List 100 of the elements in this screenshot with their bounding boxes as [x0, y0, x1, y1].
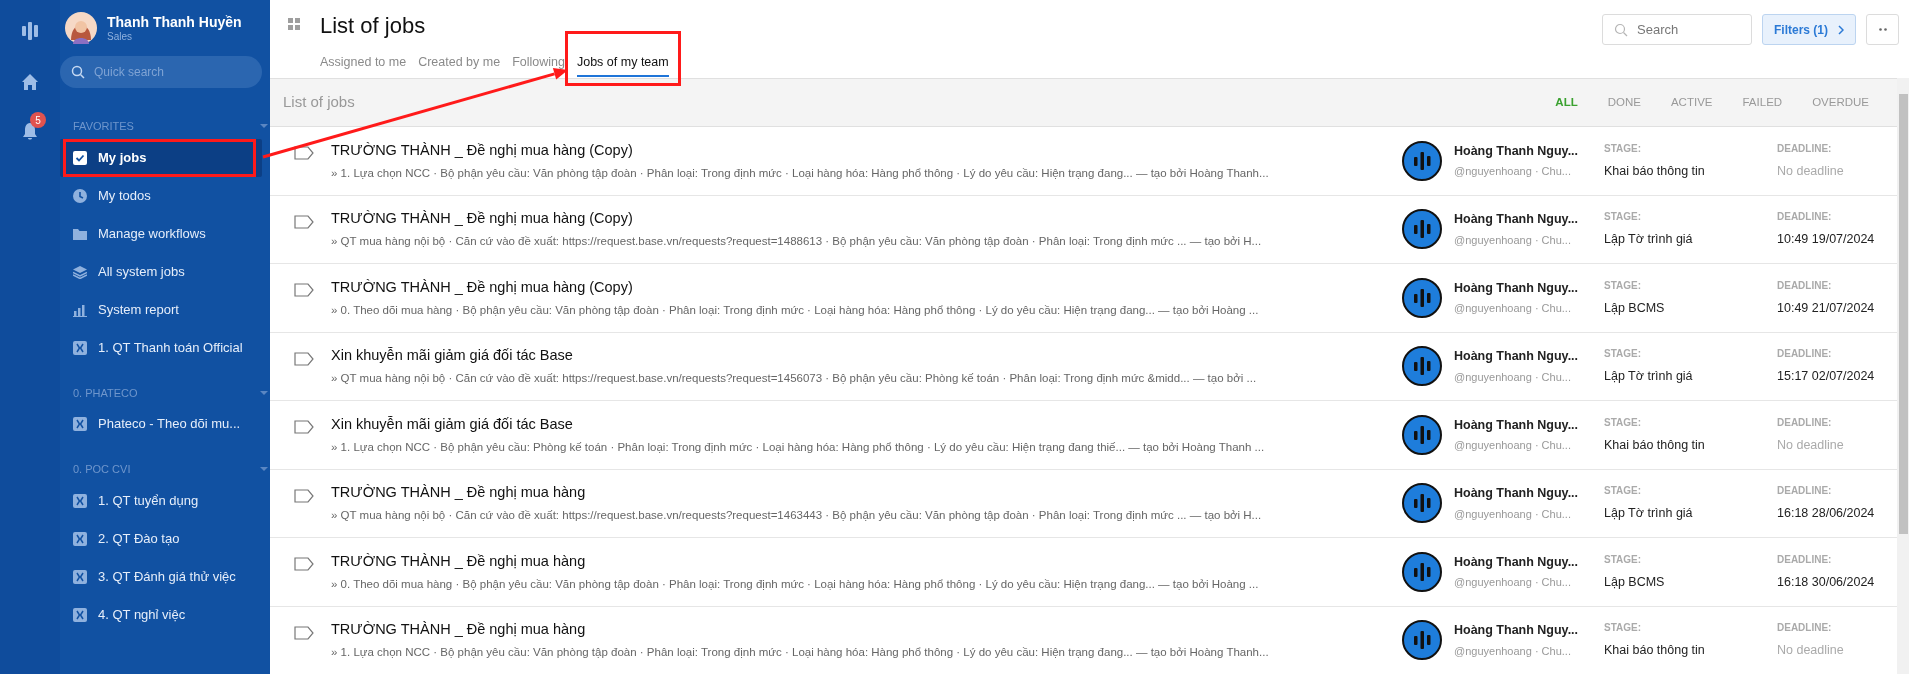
job-title: TRƯỜNG THÀNH _ Đề nghị mua hàng	[331, 483, 587, 503]
bar-chart-icon	[73, 302, 87, 317]
job-title: Xin khuyễn mãi giảm giá đối tác Base	[331, 346, 574, 366]
deadline-value: 10:49 21/07/2024	[1777, 299, 1876, 317]
job-title: TRƯỜNG THÀNH _ Đề nghị mua hàng (Copy)	[331, 209, 634, 229]
assignee-handle: @nguyenhoang · Chu...	[1454, 438, 1572, 454]
list-title: List of jobs	[283, 92, 355, 113]
stage-value: Lập Tờ trình giá	[1604, 505, 1694, 523]
sidebar-item[interactable]: 1. QT tuyển dụng	[60, 481, 262, 520]
deadline-label: DEADLINE:	[1777, 347, 1833, 362]
assignee-handle: @nguyenhoang · Chu...	[1454, 575, 1572, 591]
assignee-handle: @nguyenhoang · Chu...	[1454, 506, 1572, 522]
filters-button[interactable]: Filters (1)	[1762, 14, 1856, 45]
stage-value: Lập BCMS	[1604, 299, 1666, 317]
quick-search-field[interactable]: Quick search	[60, 56, 262, 88]
deadline-label: DEADLINE:	[1777, 278, 1833, 293]
assignee-handle: @nguyenhoang · Chu...	[1454, 643, 1572, 659]
search-field[interactable]: Search	[1602, 14, 1752, 45]
workflow-icon	[73, 569, 87, 584]
tag-icon	[294, 488, 314, 503]
folder-icon	[73, 226, 87, 241]
assignee-name: Hoàng Thanh Nguy...	[1454, 416, 1580, 434]
assignee-name: Hoàng Thanh Nguy...	[1454, 553, 1580, 571]
workflow-icon	[73, 531, 87, 546]
assignee-handle: @nguyenhoang · Chu...	[1454, 301, 1572, 317]
caret-icon	[260, 467, 268, 472]
section-title: FAVORITES	[73, 119, 134, 134]
assignee-name: Hoàng Thanh Nguy...	[1454, 348, 1580, 366]
job-details: » QT mua hàng nội bộ · Căn cứ vào đề xuất: https://request.base.vn/requests?request=1463443 · Bộ phận yêu cầu: Văn phòng tập đoàn · Phân loại: Trong định mức ... — tạo bởi H...	[331, 508, 1263, 523]
grid-icon	[288, 18, 300, 30]
deadline-value: No deadline	[1777, 436, 1845, 454]
tag-icon	[294, 420, 314, 434]
job-title: Xin khuyễn mãi giảm giá đối tác Base	[331, 414, 574, 434]
deadline-label: DEADLINE:	[1777, 210, 1833, 225]
tab[interactable]: Following	[512, 49, 565, 78]
job-details: » 1. Lựa chọn NCC · Bộ phận yêu cầu: Văn phòng tập đoàn · Phân loại: Trong định mức · Loại hàng hóa: Hàng phổ thông · Lý do yêu cầu: Hiện trạng đang... — tạo bởi Hoàng Thanh...	[331, 645, 1270, 660]
stage-label: STAGE:	[1604, 141, 1643, 156]
job-details: » 1. Lựa chọn NCC · Bộ phận yêu cầu: Văn phòng tập đoàn · Phân loại: Trong định mức · Loại hàng hóa: Hàng phổ thông · Lý do yêu cầu: Hiện trạng đang... — tạo bởi Hoàng Thanh...	[331, 165, 1270, 181]
stage-label: STAGE:	[1604, 278, 1643, 293]
bell-icon	[21, 122, 39, 141]
sidebar-item[interactable]: 3. QT Đánh giá thử việc	[60, 557, 262, 596]
search-icon	[1614, 23, 1628, 37]
deadline-label: DEADLINE:	[1777, 141, 1833, 156]
tab[interactable]: Created by me	[418, 49, 501, 78]
job-details: » 1. Lựa chọn NCC · Bộ phận yêu cầu: Phòng kế toán · Phân loại: Trong định mức · Loại hàng hóa: Hàng phổ thông · Lý do yêu cầu: Hiện trạng đang thiế... — tạo bởi Hoàng Thanh ...	[331, 439, 1266, 455]
job-title: TRƯỜNG THÀNH _ Đề nghị mua hàng	[331, 551, 587, 571]
deadline-value: No deadline	[1777, 162, 1845, 180]
stage-value: Khai báo thông tin	[1604, 436, 1706, 454]
avatar	[65, 12, 97, 44]
deadline-label: DEADLINE:	[1777, 415, 1833, 430]
avatar	[1402, 551, 1442, 592]
user-role: Sales	[107, 30, 133, 43]
stage-label: STAGE:	[1604, 621, 1643, 636]
tab[interactable]: Assigned to me	[320, 49, 407, 78]
stage-label: STAGE:	[1604, 415, 1643, 430]
tag-icon	[294, 283, 314, 297]
page-title: List of jobs	[320, 12, 427, 40]
avatar	[1402, 277, 1442, 318]
scrollbar[interactable]	[1897, 78, 1909, 674]
avatar	[1402, 620, 1442, 661]
sidebar-item[interactable]: 1. QT Thanh toán Official	[60, 328, 262, 367]
sidebar-item[interactable]: All system jobs	[60, 252, 262, 291]
user-name: Thanh Thanh Huyền	[107, 13, 242, 31]
sidebar-item[interactable]: 2. QT Đào tạo	[60, 519, 262, 558]
stage-value: Lập Tờ trình giá	[1604, 231, 1694, 249]
stage-label: STAGE:	[1604, 347, 1643, 362]
scrollbar-thumb[interactable]	[1898, 94, 1908, 534]
sidebar-item[interactable]: System report	[60, 290, 262, 329]
sidebar-item[interactable]: Phateco - Theo dõi mu...	[60, 405, 262, 443]
assignee-name: Hoàng Thanh Nguy...	[1454, 279, 1580, 297]
section-title: 0. POC CVI	[73, 462, 131, 477]
workflow-icon	[73, 493, 87, 508]
avatar	[1402, 414, 1442, 455]
deadline-value: No deadline	[1777, 642, 1845, 660]
job-title: TRƯỜNG THÀNH _ Đề nghị mua hàng (Copy)	[331, 277, 634, 297]
search-icon	[71, 65, 85, 79]
avatar	[1402, 209, 1442, 250]
sidebar-item[interactable]: 4. QT nghỉ việc	[60, 595, 262, 634]
deadline-label: DEADLINE:	[1777, 621, 1833, 636]
sidebar-item[interactable]: My jobs	[60, 138, 262, 177]
assignee-name: Hoàng Thanh Nguy...	[1454, 622, 1580, 640]
notification-badge: 5	[30, 112, 46, 128]
deadline-value: 10:49 19/07/2024	[1777, 231, 1876, 249]
deadline-value: 16:18 30/06/2024	[1777, 573, 1876, 591]
job-details: » 0. Theo dõi mua hàng · Bộ phận yêu cầu: Văn phòng tập đoàn · Phân loại: Trong định mức · Loại hàng hóa: Hàng phổ thông · Lý do yêu cầu: Hiện trạng đang... — tạo bởi Hoàng ...	[331, 576, 1260, 592]
job-details: » QT mua hàng nội bộ · Căn cứ vào đề xuất: https://request.base.vn/requests?request=1456073 · Bộ phận yêu cầu: Phòng kế toán · Phân loại: Trong định mức &midd... — tạo bởi ...	[331, 371, 1258, 386]
tag-icon	[294, 351, 314, 366]
caret-icon	[260, 124, 268, 129]
stage-value: Lập Tờ trình giá	[1604, 368, 1694, 386]
assignee-name: Hoàng Thanh Nguy...	[1454, 142, 1580, 160]
avatar	[1402, 346, 1442, 387]
sidebar-item[interactable]: My todos	[60, 176, 262, 215]
sidebar-item[interactable]: Manage workflows	[60, 214, 262, 253]
logo-icon	[21, 20, 39, 42]
workflow-icon	[73, 607, 87, 622]
section-title: 0. PHATECO	[73, 385, 138, 401]
stage-value: Khai báo thông tin	[1604, 642, 1706, 660]
avatar	[1402, 483, 1442, 524]
job-details: » 0. Theo dõi mua hàng · Bộ phận yêu cầu: Văn phòng tập đoàn · Phân loại: Trong định mức · Loại hàng hóa: Hàng phổ thông · Lý do yêu cầu: Hiện trạng đang... — tạo bởi Hoàng ...	[331, 302, 1260, 318]
tag-icon	[294, 214, 314, 229]
